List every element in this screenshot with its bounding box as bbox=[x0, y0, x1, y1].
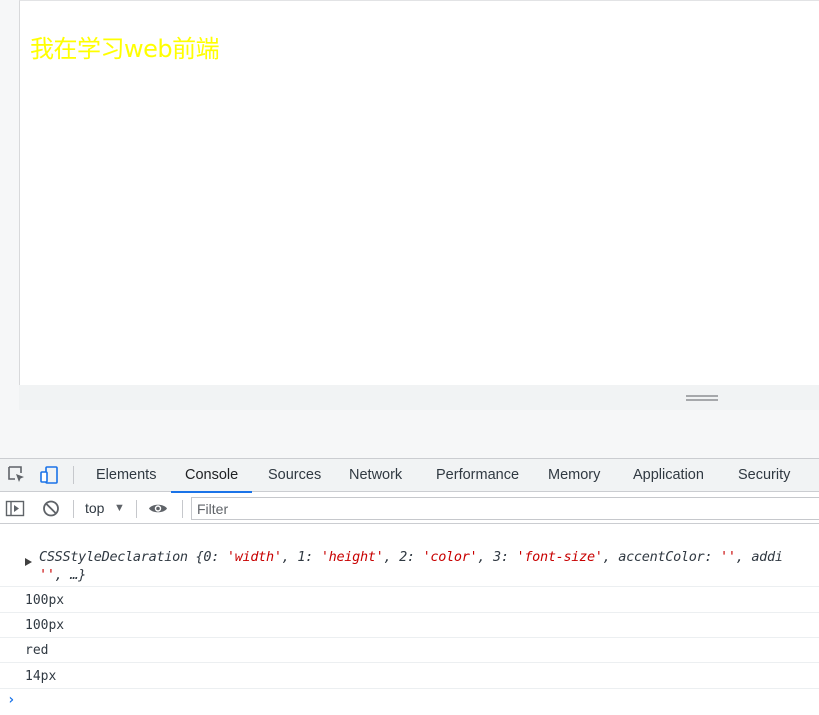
tab-network[interactable]: Network bbox=[335, 459, 416, 492]
toolbar-separator bbox=[182, 500, 183, 518]
console-log-row: 100px bbox=[0, 588, 819, 613]
inspect-element-icon[interactable] bbox=[7, 465, 27, 485]
console-prompt-icon[interactable]: › bbox=[7, 692, 15, 708]
object-value: '' bbox=[39, 567, 55, 583]
object-type-name: CSSStyleDeclaration bbox=[39, 549, 188, 565]
show-sidebar-icon[interactable] bbox=[5, 499, 25, 518]
tab-console[interactable]: Console bbox=[171, 459, 253, 493]
tab-performance[interactable]: Performance bbox=[422, 459, 533, 492]
clear-console-icon[interactable] bbox=[41, 499, 61, 518]
page-area: 我在学习web前端 bbox=[0, 0, 819, 458]
console-object-entry[interactable]: CSSStyleDeclaration {0: 'width', 1: 'hei… bbox=[0, 547, 819, 587]
object-preview-line: CSSStyleDeclaration {0: 'width', 1: 'hei… bbox=[39, 549, 783, 565]
console-log-row: 14px bbox=[0, 664, 819, 689]
toolbar-separator bbox=[73, 500, 74, 518]
tab-memory[interactable]: Memory bbox=[534, 459, 614, 492]
object-key: , 1: bbox=[281, 549, 321, 565]
object-close: , …} bbox=[54, 567, 87, 583]
console-log-row: red bbox=[0, 638, 819, 663]
object-value: '' bbox=[720, 549, 736, 565]
object-key: , accentColor: bbox=[602, 549, 721, 565]
tab-application[interactable]: Application bbox=[619, 459, 718, 492]
dock-resize-strip[interactable] bbox=[19, 385, 819, 410]
context-dropdown-icon[interactable]: ▼ bbox=[114, 493, 125, 524]
object-value: 'height' bbox=[320, 549, 384, 565]
object-key: , 2: bbox=[383, 549, 423, 565]
object-preview-line: '', …} bbox=[39, 567, 86, 583]
console-log-row: 100px bbox=[0, 613, 819, 638]
context-selector[interactable]: top bbox=[85, 493, 104, 524]
devtools-tabbar: Elements Console Sources Network Perform… bbox=[0, 459, 819, 493]
page-viewport: 我在学习web前端 bbox=[19, 0, 819, 385]
tab-sources[interactable]: Sources bbox=[254, 459, 335, 492]
object-value: 'width' bbox=[226, 549, 282, 565]
devtools-panel: Elements Console Sources Network Perform… bbox=[0, 458, 819, 714]
tabbar-separator bbox=[73, 466, 74, 484]
expand-arrow-icon[interactable] bbox=[25, 558, 32, 566]
tab-security[interactable]: Security bbox=[724, 459, 804, 492]
filter-input[interactable] bbox=[191, 497, 819, 520]
device-toolbar-icon[interactable] bbox=[39, 465, 59, 485]
demo-text: 我在学习web前端 bbox=[30, 35, 220, 63]
object-key: 0: bbox=[203, 549, 227, 565]
object-open-brace: { bbox=[187, 549, 204, 565]
toolbar-separator bbox=[136, 500, 137, 518]
object-key: , 3: bbox=[477, 549, 517, 565]
object-value: 'font-size' bbox=[516, 549, 603, 565]
object-key: , addi bbox=[735, 549, 783, 565]
resize-handle-icon[interactable] bbox=[686, 395, 718, 401]
live-expression-eye-icon[interactable] bbox=[148, 499, 168, 518]
console-toolbar: top ▼ bbox=[0, 493, 819, 524]
object-value: 'color' bbox=[422, 549, 478, 565]
console-output: CSSStyleDeclaration {0: 'width', 1: 'hei… bbox=[0, 525, 819, 715]
tab-elements[interactable]: Elements bbox=[82, 459, 170, 492]
